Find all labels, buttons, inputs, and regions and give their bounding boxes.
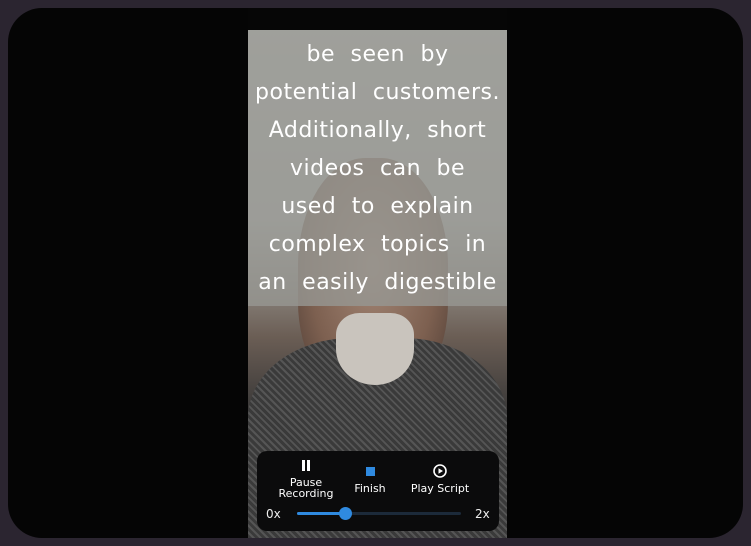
presenter-beard	[336, 313, 414, 385]
play-circle-icon	[405, 463, 475, 479]
script-line: complex topics in	[268, 232, 487, 257]
pause-label-2: Recording	[278, 487, 334, 500]
finish-label: Finish	[354, 482, 386, 495]
script-line: be seen by	[306, 42, 449, 67]
stop-icon	[349, 463, 391, 479]
script-line: an easily digestible	[258, 270, 497, 295]
speed-slider-thumb[interactable]	[338, 507, 352, 520]
speed-slider-fill	[297, 512, 345, 515]
teleprompter-script: be seen by potential customers. Addition…	[248, 30, 507, 306]
script-line: potential customers.	[255, 80, 500, 105]
script-line: Additionally, short	[268, 118, 487, 143]
recording-controls: Pause Recording Finish Play Script 0x 2x	[257, 451, 499, 531]
pause-recording-button[interactable]: Pause Recording	[275, 457, 337, 499]
speed-max-label: 2x	[475, 507, 490, 521]
speed-slider[interactable]	[297, 507, 461, 520]
script-line: videos can be	[289, 156, 466, 181]
speed-min-label: 0x	[266, 507, 281, 521]
finish-button[interactable]: Finish	[349, 463, 391, 494]
pause-icon	[275, 457, 337, 473]
script-line: used to explain	[281, 194, 474, 219]
app-frame: be seen by potential customers. Addition…	[8, 8, 743, 538]
play-script-button[interactable]: Play Script	[405, 463, 475, 494]
camera-preview: be seen by potential customers. Addition…	[248, 8, 507, 538]
play-script-label: Play Script	[410, 482, 470, 495]
top-bar	[248, 8, 507, 30]
